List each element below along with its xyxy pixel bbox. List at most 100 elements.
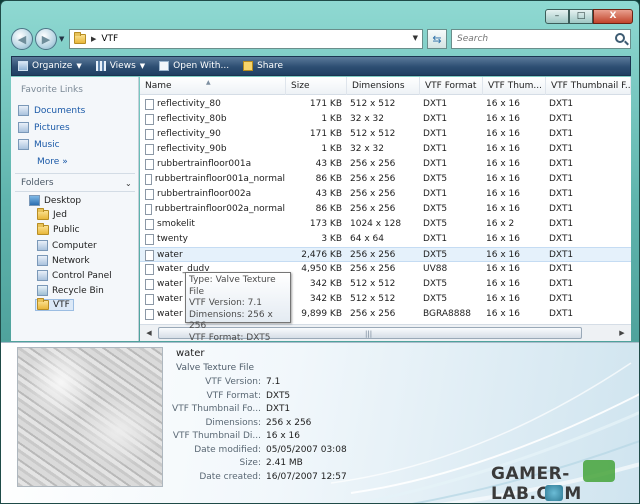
property-value[interactable]: 05/05/2007 03:08 [266, 445, 347, 455]
file-cell: DXT5 [423, 279, 448, 289]
tree-item-control-panel[interactable]: Control Panel [37, 270, 112, 281]
favorite-link-pictures[interactable]: Pictures [18, 122, 70, 133]
property-value[interactable]: 7.1 [266, 377, 280, 387]
property-value[interactable]: 2.41 MB [266, 458, 303, 468]
open-with-button[interactable]: Open With... [159, 61, 229, 71]
tree-item-vtf[interactable]: VTF [35, 298, 74, 311]
documents-icon [18, 105, 29, 116]
views-label: Views [109, 61, 136, 71]
column-header-vtf-thumbnail-format[interactable]: VTF Thumbnail F... [546, 77, 631, 95]
open-with-icon [159, 61, 170, 71]
share-label: Share [257, 61, 284, 71]
file-cell: 1024 x 128 [350, 219, 402, 229]
column-header-name[interactable]: Name ▲ [140, 77, 286, 95]
file-cell: DXT1 [549, 250, 574, 260]
navigation-bar: ◀ ▶ ▼ ▶ VTF ▼ ⇆ [11, 28, 631, 52]
tree-item-jed[interactable]: Jed [37, 208, 67, 220]
favorite-link-music[interactable]: Music [18, 139, 60, 150]
tree-item-desktop[interactable]: Desktop [29, 195, 81, 206]
file-row[interactable]: rubbertrainfloor001a 43 KB 256 x 256 DXT1 16… [140, 157, 631, 172]
share-button[interactable]: Share [243, 61, 283, 71]
open-with-label: Open With... [173, 61, 230, 71]
column-header-vtf-format[interactable]: VTF Format [420, 77, 483, 95]
file-name: rubbertrainfloor002a [157, 189, 252, 199]
address-bar[interactable]: ▶ VTF ▼ [69, 29, 423, 49]
organize-button[interactable]: Organize ▼ [18, 61, 82, 71]
property-value[interactable]: DXT5 [266, 391, 290, 401]
column-header-dimensions[interactable]: Dimensions [347, 77, 420, 95]
column-header-row: Name ▲ Size Dimensions VTF Format VTF Th… [140, 77, 631, 95]
favorite-link-documents[interactable]: Documents [18, 105, 85, 116]
file-cell: 512 x 512 [350, 99, 396, 109]
file-cell: 173 KB [309, 219, 342, 229]
file-cell: 256 x 256 [350, 309, 396, 319]
file-row[interactable]: reflectivity_90 171 KB 512 x 512 DXT1 16 x 1… [140, 127, 631, 142]
file-row[interactable]: rubbertrainfloor002a 43 KB 256 x 256 DXT1 16… [140, 187, 631, 202]
maximize-button[interactable]: □ [569, 9, 593, 24]
property-value[interactable]: 16 x 16 [266, 431, 300, 441]
breadcrumb-arrow-icon[interactable]: ▶ [91, 35, 96, 43]
file-name: reflectivity_80 [157, 99, 221, 109]
address-path[interactable]: VTF [101, 34, 118, 44]
property-label: Dimensions: [205, 417, 261, 428]
tree-item-recycle-bin[interactable]: Recycle Bin [37, 285, 104, 296]
address-dropdown[interactable]: ▼ [413, 34, 418, 42]
file-row[interactable]: reflectivity_80b 1 KB 32 x 32 DXT1 16 x 16 DX… [140, 112, 631, 127]
views-button[interactable]: Views ▼ [95, 61, 145, 71]
vtf-file-icon [145, 219, 154, 230]
close-button[interactable]: X [593, 9, 633, 24]
file-row[interactable]: reflectivity_80 171 KB 512 x 512 DXT1 16 x 1… [140, 97, 631, 112]
desktop-icon [29, 195, 40, 206]
search-icon[interactable] [615, 33, 625, 43]
file-cell: 16 x 16 [486, 204, 520, 214]
favorite-link-label: Documents [34, 105, 86, 116]
file-row[interactable]: twenty 3 KB 64 x 64 DXT1 16 x 16 DXT1 [140, 232, 631, 247]
watermark-logo: GAMER-LAB.COM [491, 460, 639, 503]
tree-item-computer[interactable]: Computer [37, 240, 97, 251]
file-name: twenty [157, 234, 188, 244]
file-cell: 16 x 2 [486, 219, 515, 229]
file-row[interactable]: rubbertrainfloor001a_normal 86 KB 256 x 25… [140, 172, 631, 187]
file-name-cell: reflectivity_80b [145, 112, 285, 127]
file-name: water [157, 279, 183, 289]
organize-label: Organize [32, 61, 73, 71]
forward-button[interactable]: ▶ [35, 28, 57, 50]
file-cell: 342 KB [309, 279, 342, 289]
search-input[interactable] [457, 34, 607, 44]
column-header-size[interactable]: Size [286, 77, 347, 95]
tree-item-public[interactable]: Public [37, 223, 80, 235]
file-cell: DXT1 [549, 309, 574, 319]
back-button[interactable]: ◀ [11, 28, 33, 50]
sort-up-icon: ▲ [206, 79, 211, 86]
vtf-file-icon [145, 114, 154, 125]
tree-item-label: Control Panel [52, 270, 112, 281]
file-cell: DXT1 [549, 99, 574, 109]
recent-pages-dropdown[interactable]: ▼ [59, 35, 64, 43]
property-value[interactable]: 256 x 256 [266, 418, 311, 428]
property-label: VTF Version: [205, 377, 261, 387]
column-header-vtf-thumbnail-dim[interactable]: VTF Thum... [483, 77, 546, 95]
file-name: rubbertrainfloor001a_normal [154, 174, 285, 184]
property-value[interactable]: DXT1 [266, 404, 290, 414]
file-row[interactable]: rubbertrainfloor002a_normal 86 KB 256 x 25… [140, 202, 631, 217]
minimize-button[interactable]: – [545, 9, 569, 24]
scroll-left-icon[interactable]: ◀ [142, 327, 156, 340]
favorite-link-label: Pictures [34, 122, 70, 133]
tree-item-network[interactable]: Network [37, 255, 90, 266]
more-links-button[interactable]: More » [37, 157, 68, 167]
property-value[interactable]: 16/07/2007 12:57 [266, 472, 347, 482]
chevron-down-icon[interactable]: ⌄ [125, 179, 132, 188]
file-cell: DXT1 [423, 144, 448, 154]
file-cell: 16 x 16 [486, 309, 520, 319]
folders-heading[interactable]: Folders [21, 178, 54, 188]
refresh-button[interactable]: ⇆ [427, 29, 447, 49]
file-row[interactable]: smokelit 173 KB 1024 x 128 DXT5 16 x 2 DXT1 [140, 217, 631, 232]
file-cell: 1 KB [321, 144, 342, 154]
file-row[interactable]: reflectivity_90b 1 KB 32 x 32 DXT1 16 x 16 DX… [140, 142, 631, 157]
grip-icon: ||| [365, 330, 373, 338]
file-tooltip: Type: Valve Texture File VTF Version: 7.… [185, 272, 291, 343]
file-row[interactable]: water 2,476 KB 256 x 256 DXT5 16 x 16 DXT1 [140, 247, 631, 262]
file-name-cell: rubbertrainfloor001a [145, 157, 285, 172]
scroll-right-icon[interactable]: ▶ [615, 327, 629, 340]
search-box[interactable] [451, 29, 631, 49]
